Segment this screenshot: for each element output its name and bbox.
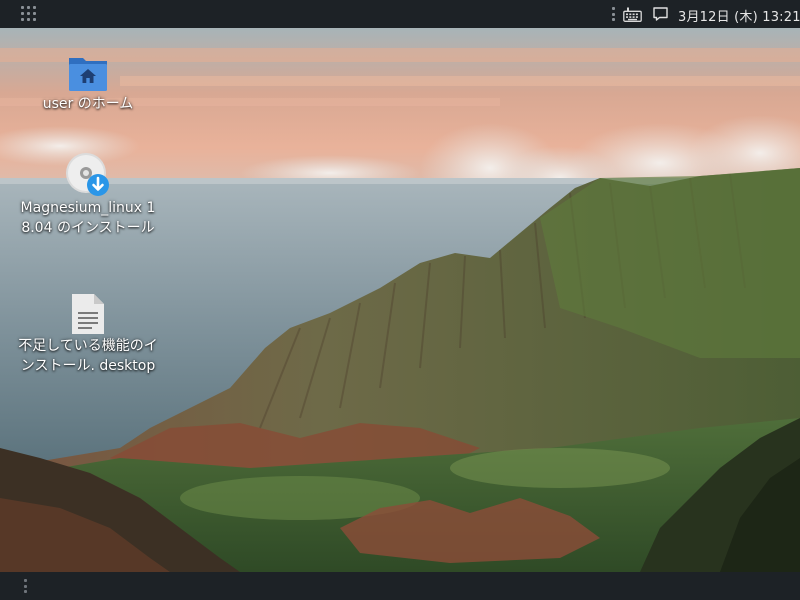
bottom-panel <box>0 572 800 600</box>
installer-disc-icon <box>66 153 109 196</box>
message-icon[interactable] <box>653 7 668 21</box>
text-file-icon <box>72 294 104 334</box>
panel-drag-handle[interactable] <box>612 7 615 21</box>
top-panel: 3月12日 (木) 13:21 <box>0 0 800 28</box>
home-folder-icon <box>69 58 107 91</box>
desktop-icon-home[interactable]: user のホーム <box>13 52 163 114</box>
desktop-icon-label: Magnesium_linux 18.04 のインストール <box>20 200 156 236</box>
desktop-icon-label: 不足している機能のインストール. desktop <box>18 338 158 374</box>
clock[interactable]: 3月12日 (木) 13:21 <box>678 6 800 25</box>
keyboard-icon[interactable] <box>623 7 642 22</box>
desktop-icon-installer[interactable]: Magnesium_linux 18.04 のインストール <box>13 152 163 238</box>
apps-grid-icon[interactable] <box>21 6 37 22</box>
panel-drag-handle[interactable] <box>24 579 27 593</box>
desktop-icon-label: user のホーム <box>42 96 134 112</box>
desktop-icon-missing-features[interactable]: 不足している機能のインストール. desktop <box>13 292 163 376</box>
